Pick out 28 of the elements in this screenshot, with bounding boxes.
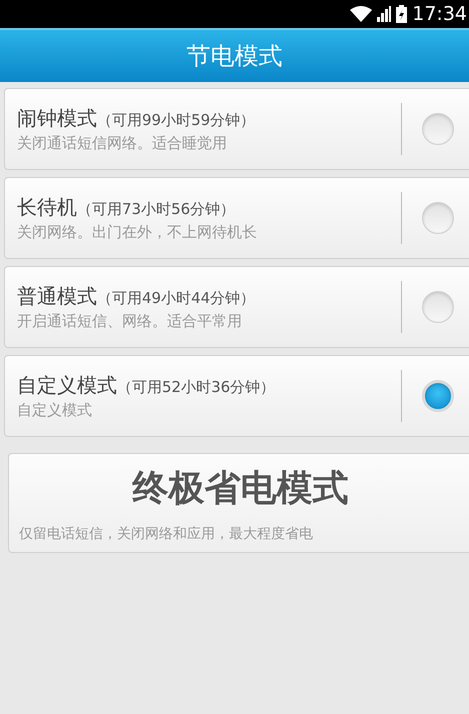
mode-description: 关闭网络。出门在外，不上网待机长 bbox=[17, 223, 258, 242]
ultimate-mode-button[interactable]: 终极省电模式 仅留电话短信，关闭网络和应用，最大程度省电 bbox=[8, 453, 469, 553]
radio-button[interactable] bbox=[422, 113, 454, 145]
available-time: （可用99小时59分钟） bbox=[97, 111, 256, 130]
ultimate-mode-title: 终极省电模式 bbox=[132, 467, 348, 511]
signal-icon bbox=[377, 6, 392, 22]
mode-option[interactable]: 长待机（可用73小时56分钟） 关闭网络。出门在外，不上网待机长 bbox=[4, 177, 469, 259]
radio-button[interactable] bbox=[422, 202, 454, 234]
available-time: （可用49小时44分钟） bbox=[97, 289, 256, 308]
mode-option[interactable]: 普通模式（可用49小时44分钟） 开启通话短信、网络。适合平常用 bbox=[4, 266, 469, 348]
mode-name: 长待机 bbox=[17, 194, 77, 221]
radio-button[interactable] bbox=[422, 380, 454, 412]
mode-description: 关闭通话短信网络。适合睡觉用 bbox=[17, 134, 228, 153]
page-title: 节电模式 bbox=[186, 41, 282, 72]
mode-option[interactable]: 闹钟模式（可用99小时59分钟） 关闭通话短信网络。适合睡觉用 bbox=[4, 88, 469, 170]
mode-option[interactable]: 自定义模式（可用52小时36分钟） 自定义模式 bbox=[4, 355, 469, 437]
ultimate-mode-description: 仅留电话短信，关闭网络和应用，最大程度省电 bbox=[19, 525, 314, 543]
mode-name: 自定义模式 bbox=[17, 372, 117, 399]
wifi-icon bbox=[350, 6, 372, 22]
mode-name: 普通模式 bbox=[17, 283, 97, 310]
mode-description: 开启通话短信、网络。适合平常用 bbox=[17, 312, 243, 331]
battery-icon bbox=[396, 5, 408, 23]
mode-name: 闹钟模式 bbox=[17, 105, 97, 132]
mode-description: 自定义模式 bbox=[17, 401, 93, 420]
available-time: （可用73小时56分钟） bbox=[77, 200, 236, 219]
clock-time: 17:34 bbox=[412, 3, 467, 25]
radio-button[interactable] bbox=[422, 291, 454, 323]
available-time: （可用52小时36分钟） bbox=[117, 378, 276, 397]
